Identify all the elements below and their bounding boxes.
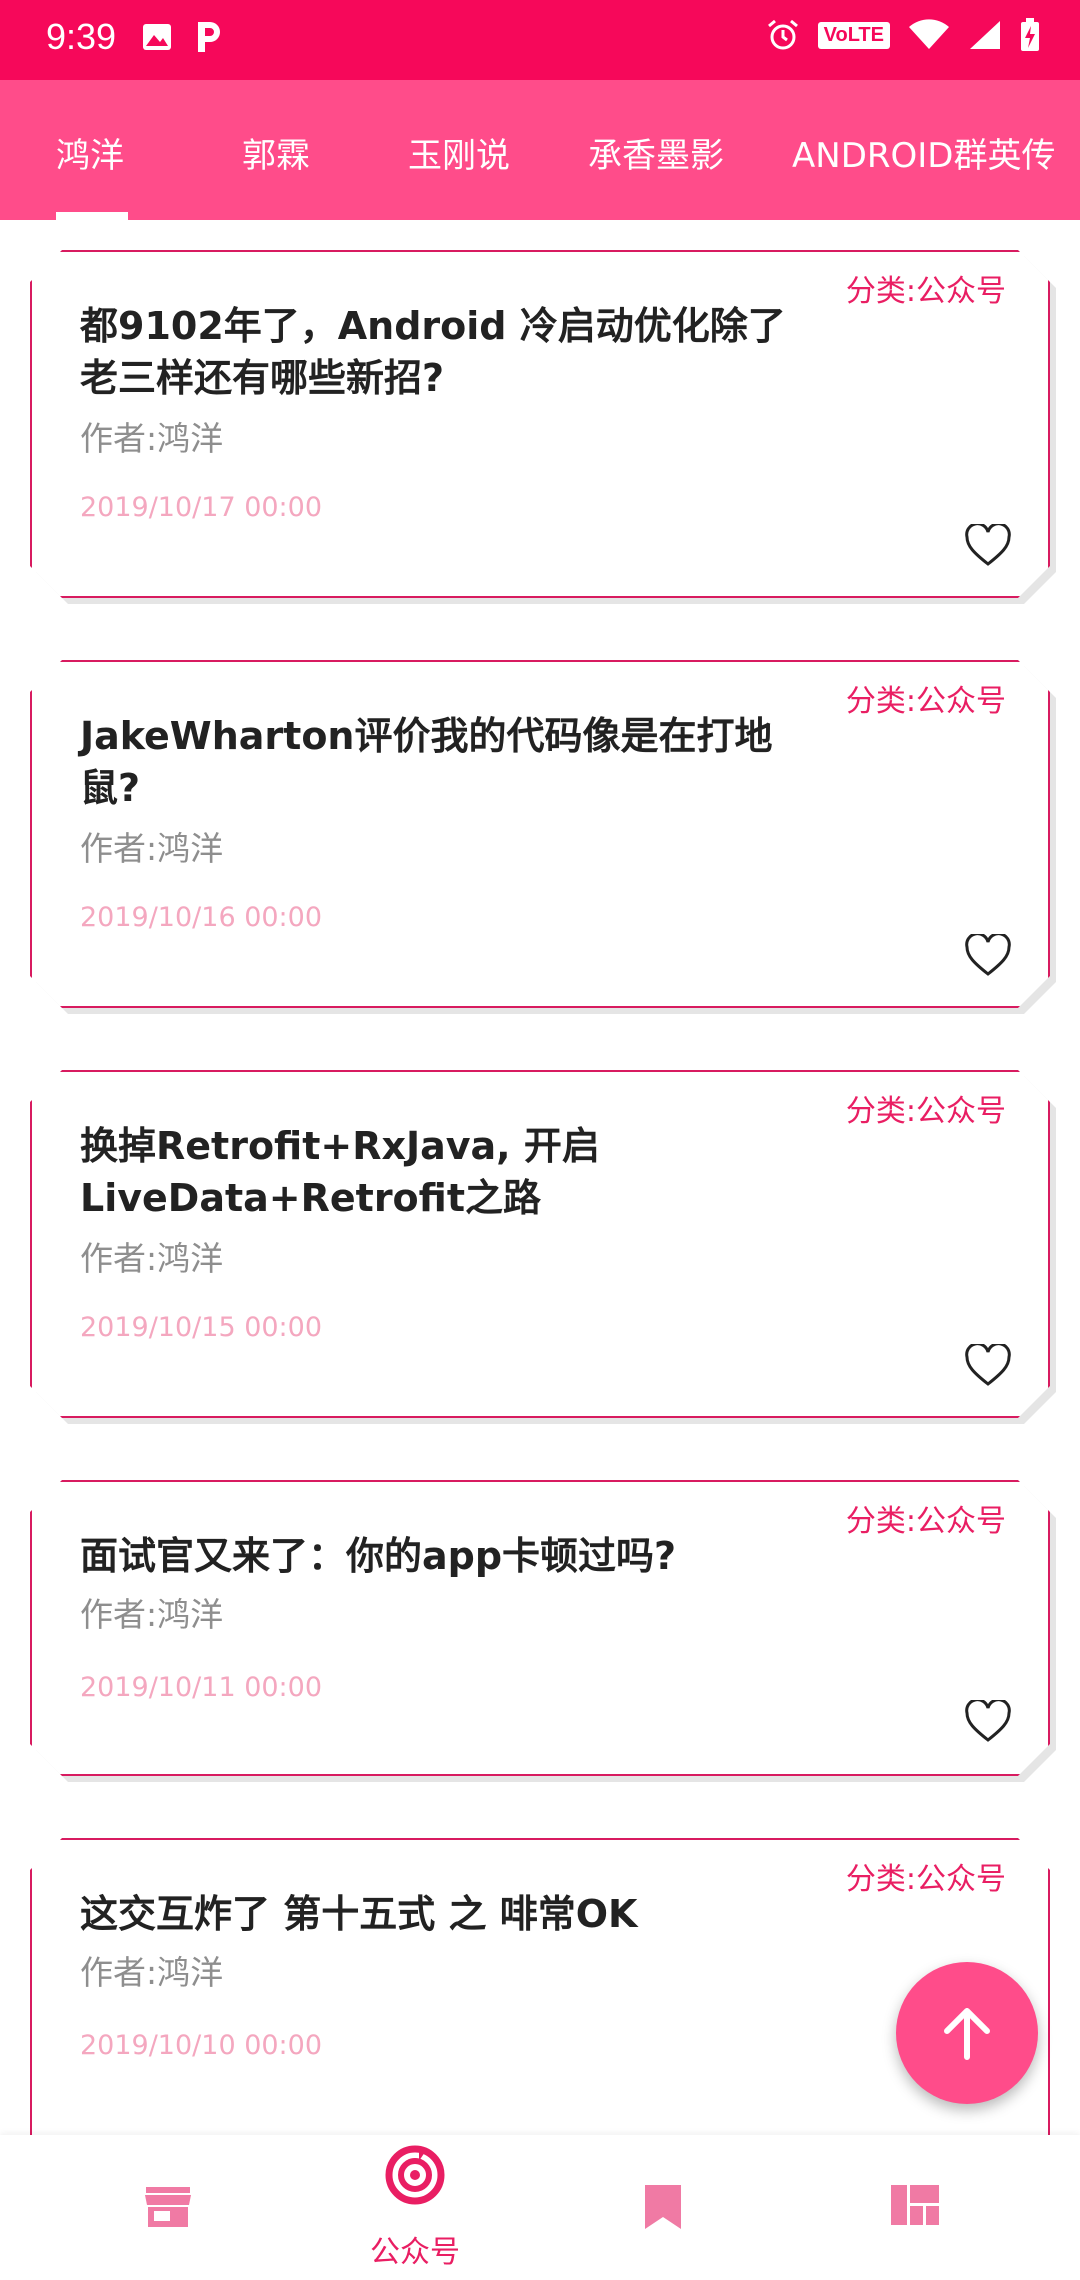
nav-item-home[interactable] <box>33 2135 303 2280</box>
arrow-up-icon <box>944 2008 990 2060</box>
wifi-icon <box>909 19 949 49</box>
volte-badge: VoLTE <box>817 21 890 49</box>
nav-item-wechat-accounts[interactable]: 公众号 <box>280 2135 550 2280</box>
article-title: 都9102年了，Android 冷启动优化除了老三样还有哪些新招? <box>80 304 786 400</box>
battery-charging-icon <box>1021 18 1039 51</box>
nav-item-dashboard[interactable] <box>780 2135 1050 2280</box>
tab-android-qunyingzhuan[interactable]: ANDROID群英传 <box>792 128 1055 177</box>
favorite-heart-icon[interactable] <box>964 934 1012 978</box>
article-card[interactable]: 分类:公众号 这交互炸了 第十五式 之 啡常OK 作者:鸿洋 2019/10/1… <box>30 1838 1050 2135</box>
article-card[interactable]: 分类:公众号 JakeWharton评价我的代码像是在打地鼠? 作者:鸿洋 20… <box>30 660 1050 1008</box>
bookmark-icon <box>645 2185 681 2229</box>
favorite-heart-icon[interactable] <box>964 524 1012 568</box>
signal-icon <box>970 21 1000 49</box>
article-date: 2019/10/16 00:00 <box>80 902 323 933</box>
article-author: 作者:鸿洋 <box>80 1953 224 1992</box>
tab-guolin[interactable]: 郭霖 <box>242 128 310 177</box>
status-time: 9:39 <box>46 16 117 57</box>
article-category: 分类:公众号 <box>845 274 1006 309</box>
favorite-heart-icon[interactable] <box>964 1700 1012 1744</box>
status-bar: 9:39 VoLTE <box>0 0 1080 80</box>
article-author: 作者:鸿洋 <box>80 829 224 868</box>
tab-bar: 鸿洋 郭霖 玉刚说 承香墨影 ANDROID群英传 <box>0 80 1080 220</box>
article-category: 分类:公众号 <box>845 1862 1006 1897</box>
article-author: 作者:鸿洋 <box>80 419 224 458</box>
article-category: 分类:公众号 <box>845 684 1006 719</box>
article-date: 2019/10/17 00:00 <box>80 492 323 523</box>
article-date: 2019/10/10 00:00 <box>80 2030 323 2061</box>
scroll-to-top-button[interactable] <box>896 1962 1038 2104</box>
tab-hongyang[interactable]: 鸿洋 <box>56 128 124 177</box>
image-icon <box>143 24 171 50</box>
target-icon <box>385 2145 445 2205</box>
article-card[interactable]: 分类:公众号 换掉Retrofit+RxJava, 开启LiveData+Ret… <box>30 1070 1050 1418</box>
article-date: 2019/10/11 00:00 <box>80 1672 323 1703</box>
article-title: 这交互炸了 第十五式 之 啡常OK <box>80 1892 638 1936</box>
article-title: 面试官又来了：你的app卡顿过吗? <box>80 1534 677 1578</box>
nav-item-bookmarks[interactable] <box>528 2135 798 2280</box>
nav-label: 公众号 <box>370 2235 460 2270</box>
alarm-icon <box>767 19 798 50</box>
article-category: 分类:公众号 <box>845 1504 1006 1539</box>
article-category: 分类:公众号 <box>845 1094 1006 1129</box>
tab-yugangshuo[interactable]: 玉刚说 <box>408 128 510 177</box>
article-title: 换掉Retrofit+RxJava, 开启LiveData+Retrofit之路 <box>80 1124 600 1220</box>
article-card[interactable]: 分类:公众号 都9102年了，Android 冷启动优化除了老三样还有哪些新招?… <box>30 250 1050 598</box>
tab-chengxiangmoying[interactable]: 承香墨影 <box>588 128 724 177</box>
store-icon <box>145 2187 191 2227</box>
favorite-heart-icon[interactable] <box>964 1344 1012 1388</box>
bottom-navigation: 公众号 <box>0 2135 1080 2280</box>
article-card[interactable]: 分类:公众号 面试官又来了：你的app卡顿过吗? 作者:鸿洋 2019/10/1… <box>30 1480 1050 1776</box>
article-date: 2019/10/15 00:00 <box>80 1312 323 1343</box>
p-app-icon <box>198 22 220 52</box>
article-title: JakeWharton评价我的代码像是在打地鼠? <box>80 714 773 810</box>
article-author: 作者:鸿洋 <box>80 1595 224 1634</box>
dashboard-icon <box>891 2185 939 2225</box>
article-list[interactable]: 分类:公众号 都9102年了，Android 冷启动优化除了老三样还有哪些新招?… <box>0 220 1080 2135</box>
article-author: 作者:鸿洋 <box>80 1239 224 1278</box>
tab-indicator <box>56 212 128 220</box>
